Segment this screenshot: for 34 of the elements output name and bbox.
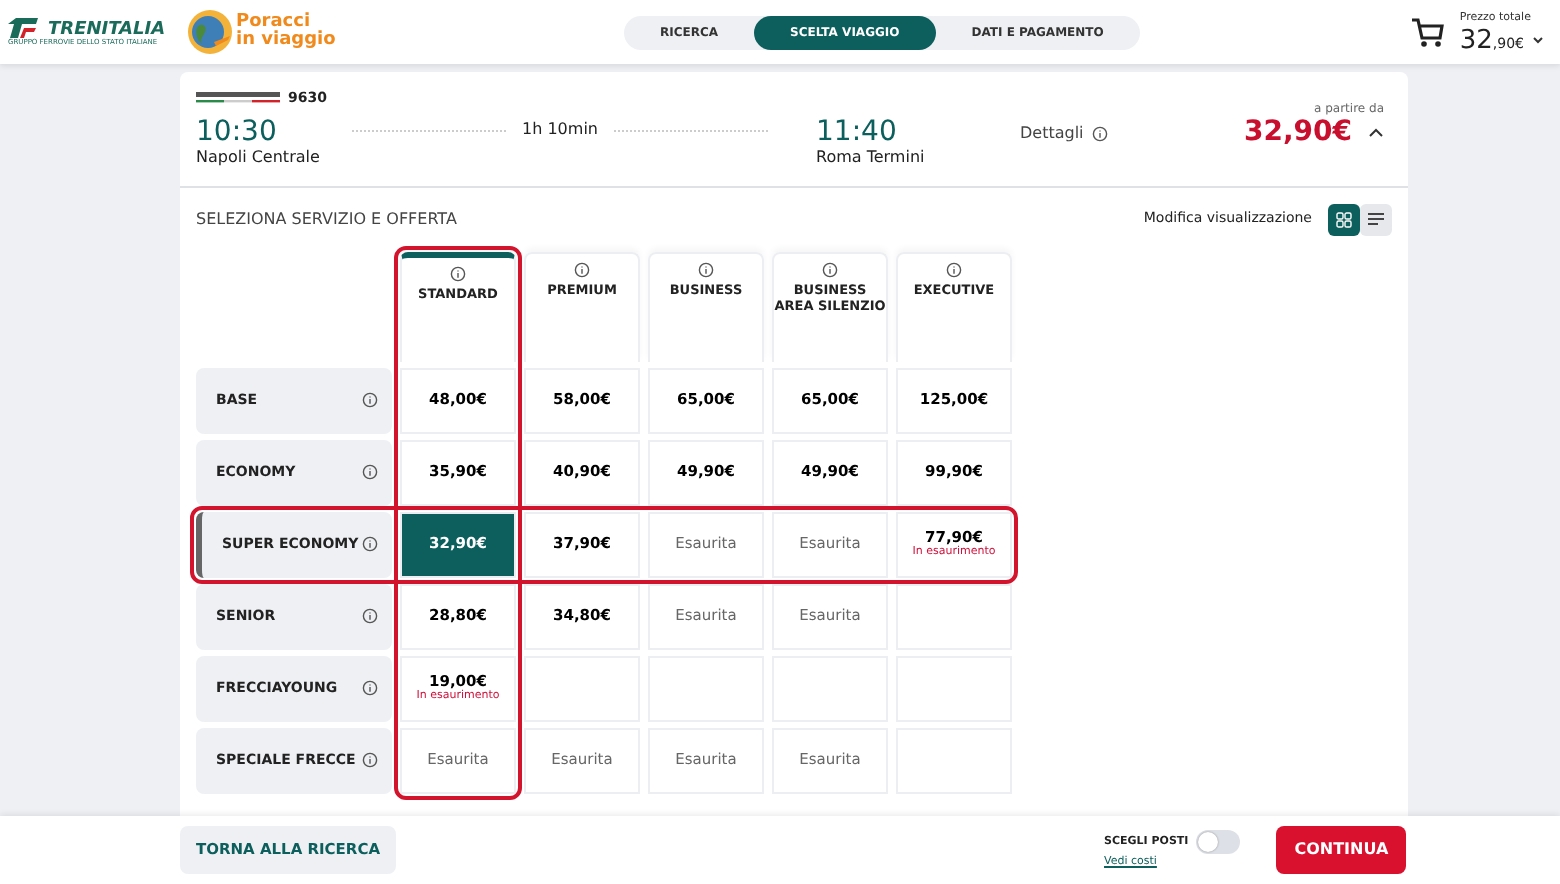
list-view-button[interactable] [1360, 203, 1392, 235]
info-icon[interactable] [362, 752, 378, 768]
chevron-down-icon[interactable] [1532, 35, 1544, 46]
partner-logo-text: Poracci [236, 14, 311, 32]
info-icon[interactable] [698, 261, 714, 277]
info-icon[interactable] [450, 265, 466, 281]
departure-station: Napoli Centrale [196, 145, 322, 169]
info-icon[interactable] [946, 261, 962, 277]
continue-button[interactable]: CONTINUA [1276, 826, 1407, 874]
info-icon[interactable] [362, 464, 378, 480]
chevron-up-icon[interactable] [1368, 126, 1384, 138]
info-icon[interactable] [362, 680, 378, 696]
info-icon[interactable] [574, 261, 590, 277]
info-icon[interactable] [362, 392, 378, 408]
section-title: SELEZIONA SERVIZIO E OFFERTA [196, 207, 457, 231]
choose-seats-toggle[interactable] [1196, 829, 1241, 854]
grid-view-button[interactable] [1328, 203, 1360, 235]
trenitalia-logo-icon [8, 16, 40, 41]
arrival-time: 11:40 [816, 117, 899, 145]
details-link[interactable]: Dettagli [1020, 122, 1084, 146]
partner-logo-text: in viaggio [236, 32, 336, 50]
info-icon[interactable] [822, 261, 838, 277]
cart-icon[interactable] [1409, 16, 1444, 48]
info-icon[interactable] [1091, 126, 1108, 142]
departure-time: 10:30 [196, 117, 279, 145]
starting-price: 32,90€ [1243, 118, 1352, 146]
arrival-station: Roma Termini [816, 145, 927, 169]
info-icon[interactable] [362, 608, 378, 624]
list-icon [1368, 212, 1384, 226]
grid-icon [1336, 211, 1352, 227]
info-icon[interactable] [362, 536, 378, 552]
globe-plane-icon [184, 6, 236, 58]
train-logo-drawing [196, 92, 280, 105]
trip-duration: 1h 10min [522, 117, 598, 141]
